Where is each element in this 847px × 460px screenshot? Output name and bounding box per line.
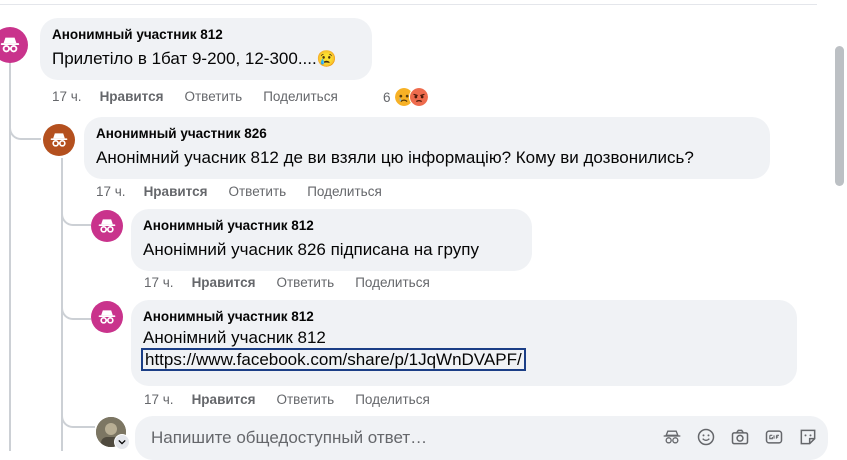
- thread-connector: [61, 408, 95, 428]
- thread-line: [9, 60, 11, 451]
- anonymous-icon: [98, 219, 116, 233]
- crying-emoji: 😢: [316, 51, 337, 68]
- thread-connector: [9, 120, 41, 140]
- chevron-down-icon[interactable]: [114, 434, 130, 450]
- like-button[interactable]: Нравится: [192, 275, 256, 290]
- comment-bubble: Анонимный участник 812 Прилетіло в 1бат …: [40, 18, 372, 80]
- share-button[interactable]: Поделиться: [263, 89, 338, 104]
- comment-bubble: Анонимный участник 826 Анонімний учасник…: [84, 117, 770, 179]
- anonymous-icon[interactable]: [662, 427, 682, 447]
- avatar[interactable]: [0, 27, 28, 63]
- top-divider: [0, 0, 817, 5]
- gif-icon[interactable]: [764, 427, 784, 447]
- reactions-summary[interactable]: 6: [383, 87, 429, 107]
- avatar[interactable]: [43, 124, 75, 156]
- composer-tools: [648, 427, 818, 447]
- share-button[interactable]: Поделиться: [307, 184, 382, 199]
- reply-input[interactable]: [149, 426, 573, 450]
- comment-actions: 17 ч. Нравится Ответить Поделиться: [144, 392, 451, 407]
- like-button[interactable]: Нравится: [192, 392, 256, 407]
- reply-button[interactable]: Ответить: [184, 89, 242, 104]
- comment-time[interactable]: 17 ч.: [144, 275, 174, 290]
- sticker-icon[interactable]: [798, 427, 818, 447]
- comment-text: Анонімний учасник 826 підписана на групу: [143, 240, 479, 259]
- reactions-count: 6: [383, 89, 391, 105]
- comment-text: Прилетіло в 1бат 9-200, 12-300....😢: [52, 48, 360, 70]
- comment-actions: 17 ч. Нравится Ответить Поделиться: [144, 275, 451, 290]
- comment-author[interactable]: Анонимный участник 812: [143, 217, 520, 234]
- comment-author[interactable]: Анонимный участник 812: [143, 308, 785, 325]
- comment-time[interactable]: 17 ч.: [96, 184, 126, 199]
- avatar[interactable]: [91, 210, 123, 242]
- smiley-icon[interactable]: [696, 427, 716, 447]
- comment-author[interactable]: Анонимный участник 826: [96, 125, 758, 142]
- reply-composer: [135, 416, 828, 460]
- angry-reaction-icon: [408, 87, 429, 107]
- like-button[interactable]: Нравится: [144, 184, 208, 199]
- thread-connector: [61, 300, 91, 320]
- like-button[interactable]: Нравится: [100, 89, 164, 104]
- comment-bubble: Анонимный участник 812 Анонімний учасник…: [131, 300, 797, 386]
- comment-text-content: Прилетіло в 1бат 9-200, 12-300....: [52, 49, 317, 68]
- thread-connector: [61, 206, 91, 226]
- camera-icon[interactable]: [730, 427, 750, 447]
- share-button[interactable]: Поделиться: [355, 275, 430, 290]
- anonymous-icon: [98, 310, 116, 324]
- reply-button[interactable]: Ответить: [276, 275, 334, 290]
- anonymous-icon: [0, 37, 20, 53]
- reply-button[interactable]: Ответить: [276, 392, 334, 407]
- comment-bubble: Анонимный участник 812 Анонімний учасник…: [131, 209, 532, 271]
- reply-button[interactable]: Ответить: [228, 184, 286, 199]
- comment-actions: 17 ч. Нравится Ответить Поделиться: [52, 89, 359, 104]
- comment-text: Анонімний учасник 812 де ви взяли цю інф…: [96, 148, 694, 167]
- shared-link[interactable]: https://www.facebook.com/share/p/1JqWnDV…: [141, 348, 526, 371]
- anonymous-icon: [50, 133, 68, 147]
- comment-actions: 17 ч. Нравится Ответить Поделиться: [96, 184, 403, 199]
- avatar[interactable]: [91, 301, 123, 333]
- share-button[interactable]: Поделиться: [355, 392, 430, 407]
- comment-time[interactable]: 17 ч.: [52, 89, 82, 104]
- scrollbar-thumb[interactable]: [835, 46, 844, 186]
- comment-time[interactable]: 17 ч.: [144, 392, 174, 407]
- comment-text: Анонімний учасник 812: [143, 328, 326, 347]
- comment-author[interactable]: Анонимный участник 812: [52, 26, 360, 43]
